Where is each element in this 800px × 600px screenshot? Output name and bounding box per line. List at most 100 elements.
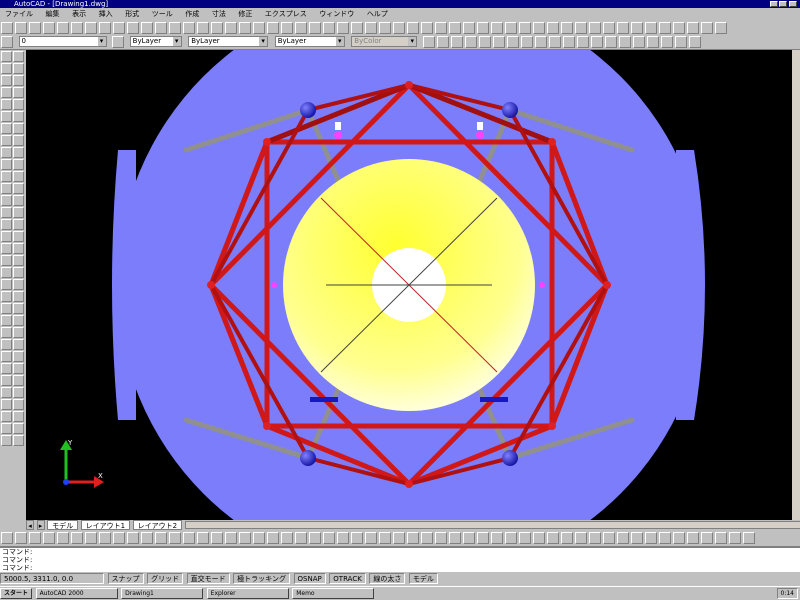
view-tool-icon[interactable] [422, 36, 435, 48]
draw-tool-icon[interactable] [1, 399, 12, 410]
drawing-area[interactable]: Y X [26, 50, 792, 520]
toolbar-tool-icon[interactable] [29, 22, 41, 34]
dimension-tool-icon[interactable] [449, 532, 461, 544]
modify-tool-icon[interactable] [13, 51, 24, 62]
model-toggle[interactable]: モデル [408, 573, 438, 584]
menu-draw[interactable]: 作成 [180, 8, 204, 20]
toolbar-tool-icon[interactable] [169, 22, 181, 34]
modify-tool-icon[interactable] [13, 63, 24, 74]
otrack-toggle[interactable]: OTRACK [329, 573, 366, 584]
dimension-tool-icon[interactable] [659, 532, 671, 544]
modify-tool-icon[interactable] [13, 135, 24, 146]
dimension-tool-icon[interactable] [463, 532, 475, 544]
toolbar-tool-icon[interactable] [575, 22, 587, 34]
toolbar-tool-icon[interactable] [127, 22, 139, 34]
dimension-tool-icon[interactable] [169, 532, 181, 544]
toolbar-tool-icon[interactable] [323, 22, 335, 34]
toolbar-tool-icon[interactable] [393, 22, 405, 34]
view-tool-icon[interactable] [688, 36, 701, 48]
modify-tool-icon[interactable] [13, 219, 24, 230]
make-current-layer-icon[interactable] [112, 36, 125, 48]
toolbar-tool-icon[interactable] [15, 22, 27, 34]
modify-tool-icon[interactable] [13, 363, 24, 374]
dimension-tool-icon[interactable] [407, 532, 419, 544]
toolbar-tool-icon[interactable] [71, 22, 83, 34]
draw-tool-icon[interactable] [1, 291, 12, 302]
toolbar-tool-icon[interactable] [491, 22, 503, 34]
toolbar-tool-icon[interactable] [197, 22, 209, 34]
dimension-tool-icon[interactable] [715, 532, 727, 544]
menu-express[interactable]: エクスプレス [260, 8, 312, 20]
dimension-tool-icon[interactable] [43, 532, 55, 544]
modify-tool-icon[interactable] [13, 279, 24, 290]
maximize-button[interactable] [779, 1, 787, 7]
tab-layout1[interactable]: レイアウト1 [80, 520, 131, 530]
dimension-tool-icon[interactable] [547, 532, 559, 544]
view-tool-icon[interactable] [450, 36, 463, 48]
dimension-tool-icon[interactable] [505, 532, 517, 544]
modify-tool-icon[interactable] [13, 411, 24, 422]
draw-tool-icon[interactable] [1, 375, 12, 386]
modify-tool-icon[interactable] [13, 291, 24, 302]
dimension-tool-icon[interactable] [421, 532, 433, 544]
dimension-tool-icon[interactable] [617, 532, 629, 544]
linetype-dropdown[interactable]: ByLayer [188, 36, 269, 47]
dimension-tool-icon[interactable] [197, 532, 209, 544]
tab-next-icon[interactable]: ▸ [36, 520, 45, 530]
task-button[interactable]: Explorer [206, 588, 289, 599]
dimension-tool-icon[interactable] [701, 532, 713, 544]
draw-tool-icon[interactable] [1, 339, 12, 350]
modify-tool-icon[interactable] [13, 111, 24, 122]
modify-tool-icon[interactable] [13, 159, 24, 170]
draw-tool-icon[interactable] [1, 279, 12, 290]
toolbar-tool-icon[interactable] [673, 22, 685, 34]
toolbar-tool-icon[interactable] [603, 22, 615, 34]
dimension-tool-icon[interactable] [211, 532, 223, 544]
view-tool-icon[interactable] [548, 36, 561, 48]
dimension-tool-icon[interactable] [239, 532, 251, 544]
dimension-tool-icon[interactable] [477, 532, 489, 544]
draw-tool-icon[interactable] [1, 423, 12, 434]
toolbar-tool-icon[interactable] [617, 22, 629, 34]
layer-manager-icon[interactable] [1, 36, 13, 48]
toolbar-tool-icon[interactable] [239, 22, 251, 34]
toolbar-tool-icon[interactable] [295, 22, 307, 34]
tab-model[interactable]: モデル [47, 520, 79, 530]
modify-tool-icon[interactable] [13, 207, 24, 218]
dimension-tool-icon[interactable] [687, 532, 699, 544]
dimension-tool-icon[interactable] [295, 532, 307, 544]
menu-modify[interactable]: 修正 [233, 8, 257, 20]
modify-tool-icon[interactable] [13, 195, 24, 206]
dimension-tool-icon[interactable] [743, 532, 755, 544]
dimension-tool-icon[interactable] [155, 532, 167, 544]
dimension-tool-icon[interactable] [253, 532, 265, 544]
toolbar-tool-icon[interactable] [449, 22, 461, 34]
polar-toggle[interactable]: 極トラッキング [233, 573, 290, 584]
toolbar-tool-icon[interactable] [85, 22, 97, 34]
toolbar-tool-icon[interactable] [267, 22, 279, 34]
draw-tool-icon[interactable] [1, 435, 12, 446]
minimize-button[interactable] [770, 1, 778, 7]
modify-tool-icon[interactable] [13, 99, 24, 110]
modify-tool-icon[interactable] [13, 75, 24, 86]
toolbar-tool-icon[interactable] [687, 22, 699, 34]
toolbar-tool-icon[interactable] [351, 22, 363, 34]
dimension-tool-icon[interactable] [533, 532, 545, 544]
draw-tool-icon[interactable] [1, 183, 12, 194]
dimension-tool-icon[interactable] [57, 532, 69, 544]
toolbar-tool-icon[interactable] [155, 22, 167, 34]
modify-tool-icon[interactable] [13, 231, 24, 242]
toolbar-tool-icon[interactable] [225, 22, 237, 34]
modify-tool-icon[interactable] [13, 243, 24, 254]
modify-tool-icon[interactable] [13, 339, 24, 350]
modify-tool-icon[interactable] [13, 255, 24, 266]
task-button[interactable]: Memo [292, 588, 375, 599]
toolbar-tool-icon[interactable] [701, 22, 713, 34]
draw-tool-icon[interactable] [1, 123, 12, 134]
dimension-tool-icon[interactable] [15, 532, 27, 544]
draw-tool-icon[interactable] [1, 411, 12, 422]
dimension-tool-icon[interactable] [491, 532, 503, 544]
view-tool-icon[interactable] [464, 36, 477, 48]
modify-tool-icon[interactable] [13, 183, 24, 194]
dimension-tool-icon[interactable] [519, 532, 531, 544]
